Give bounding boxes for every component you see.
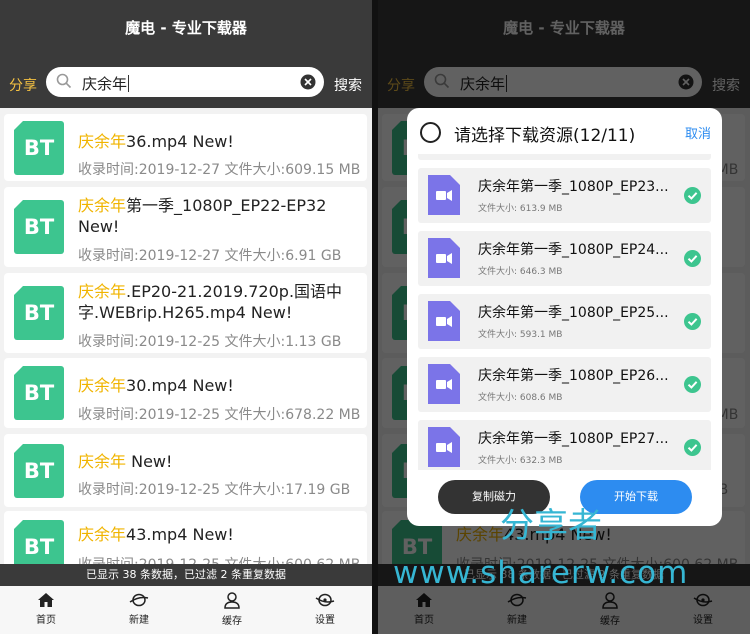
result-name: 36.mp4 New!	[126, 132, 234, 151]
resource-list: 庆余年第一季_1080P_EP23... 文件大小: 613.9 MB 庆余年第…	[407, 154, 722, 470]
select-all-radio[interactable]	[420, 122, 441, 143]
dialog-title: 请选择下载资源(12/11)	[454, 126, 636, 146]
video-file-icon	[428, 175, 460, 215]
tab-label: 新建	[129, 615, 149, 626]
list-item[interactable]: BT 庆余年43.mp4 New! 收录时间:2019-12-25 文件大小:6…	[4, 511, 367, 564]
search-value: 庆余年	[82, 75, 128, 93]
search-button[interactable]: 搜索	[334, 75, 362, 95]
resource-size: 文件大小: 646.3 MB	[478, 267, 563, 277]
result-keyword: 庆余年	[78, 452, 127, 471]
tab-settings[interactable]: 设置	[295, 592, 355, 626]
bt-icon: BT	[14, 366, 64, 420]
video-file-icon	[428, 301, 460, 341]
result-meta: 收录时间:2019-12-27 文件大小:6.91 GB	[78, 248, 342, 264]
result-meta: 收录时间:2019-12-25 文件大小:600.62 MB	[78, 554, 360, 564]
result-name: 43.mp4 New!	[126, 525, 234, 544]
tab-label: 设置	[315, 615, 335, 626]
download-dialog: 请选择下载资源(12/11) 取消 庆余年第一季_1080P_EP23... 文…	[407, 108, 722, 526]
result-name: New!	[126, 452, 173, 471]
list-item[interactable]: BT 庆余年.EP20-21.2019.720p.国语中字.WEBrip.H26…	[4, 273, 367, 353]
clear-icon[interactable]	[300, 74, 316, 90]
app-title: 魔电 - 专业下载器	[125, 19, 247, 37]
result-meta: 收录时间:2019-12-25 文件大小:678.22 MB	[78, 407, 361, 423]
resource-name: 庆余年第一季_1080P_EP23...	[478, 179, 669, 195]
search-input[interactable]: 庆余年	[46, 67, 324, 97]
bt-icon: BT	[14, 121, 64, 175]
result-name: 30.mp4 New!	[126, 376, 234, 395]
resource-size: 文件大小: 608.6 MB	[478, 393, 563, 403]
result-keyword: 庆余年	[78, 525, 127, 544]
results-list: BT 庆余年36.mp4 New! 收录时间:2019-12-27 文件大小:6…	[0, 108, 372, 564]
resource-item[interactable]: 庆余年第一季_1080P_EP26... 文件大小: 608.6 MB	[418, 357, 711, 412]
resource-size: 文件大小: 613.9 MB	[478, 204, 563, 214]
bt-icon: BT	[14, 200, 64, 254]
result-keyword: 庆余年	[78, 376, 127, 395]
status-bar: 已显示 38 条数据，已过滤 2 条重复数据	[0, 564, 372, 586]
result-meta: 收录时间:2019-12-25 文件大小:1.13 GB	[78, 334, 342, 350]
check-icon[interactable]	[684, 250, 701, 267]
result-meta: 收录时间:2019-12-27 文件大小:609.15 MB	[78, 162, 361, 178]
resource-name: 庆余年第一季_1080P_EP24...	[478, 242, 669, 258]
result-keyword: 庆余年	[78, 196, 127, 215]
list-item[interactable]: BT 庆余年30.mp4 New! 收录时间:2019-12-25 文件大小:6…	[4, 358, 367, 428]
resource-size: 文件大小: 632.3 MB	[478, 456, 563, 466]
video-file-icon	[428, 238, 460, 278]
resource-item[interactable]: 庆余年第一季_1080P_EP23... 文件大小: 613.9 MB	[418, 168, 711, 223]
check-icon[interactable]	[684, 439, 701, 456]
new-icon	[129, 593, 149, 607]
result-keyword: 庆余年	[78, 282, 127, 301]
bottom-tab-bar: 首页 新建 缓存 设置	[0, 586, 372, 634]
check-icon[interactable]	[684, 376, 701, 393]
search-icon	[56, 73, 72, 89]
cache-icon	[224, 592, 240, 609]
video-file-icon	[428, 427, 460, 467]
watermark-url: www.sharerw.com	[393, 555, 689, 591]
video-file-icon	[428, 364, 460, 404]
search-results-screen: 魔电 - 专业下载器 分享 庆余年 搜索 BT 庆余年36.mp4 New! 收…	[0, 0, 372, 634]
watermark-text: 分享者	[500, 506, 602, 546]
home-icon	[38, 593, 54, 607]
bt-icon: BT	[14, 444, 64, 498]
resource-item[interactable]: 庆余年第一季_1080P_EP24... 文件大小: 646.3 MB	[418, 231, 711, 286]
tab-label: 缓存	[222, 616, 242, 627]
result-meta: 收录时间:2019-12-25 文件大小:17.19 GB	[78, 482, 351, 498]
check-icon[interactable]	[684, 187, 701, 204]
share-button[interactable]: 分享	[9, 75, 37, 95]
resource-size: 文件大小: 593.1 MB	[478, 330, 563, 340]
bt-icon: BT	[14, 286, 64, 340]
bt-icon: BT	[14, 520, 64, 564]
resource-name: 庆余年第一季_1080P_EP27...	[478, 431, 669, 447]
resource-item[interactable]: 庆余年第一季_1080P_EP25... 文件大小: 593.1 MB	[418, 294, 711, 349]
tab-home[interactable]: 首页	[16, 592, 76, 626]
list-item[interactable]: BT 庆余年36.mp4 New! 收录时间:2019-12-27 文件大小:6…	[4, 114, 367, 181]
list-item	[418, 154, 711, 160]
app-header: 魔电 - 专业下载器 分享 庆余年 搜索	[0, 0, 372, 108]
resource-name: 庆余年第一季_1080P_EP26...	[478, 368, 669, 384]
list-item[interactable]: BT 庆余年第一季_1080P_EP22-EP32 New! 收录时间:2019…	[4, 187, 367, 267]
check-icon[interactable]	[684, 313, 701, 330]
resource-name: 庆余年第一季_1080P_EP25...	[478, 305, 669, 321]
tab-label: 首页	[36, 615, 56, 626]
cancel-button[interactable]: 取消	[685, 123, 711, 142]
tab-cache[interactable]: 缓存	[202, 592, 262, 627]
settings-icon	[315, 593, 335, 607]
list-item[interactable]: BT 庆余年 New! 收录时间:2019-12-25 文件大小:17.19 G…	[4, 434, 367, 507]
tab-new[interactable]: 新建	[109, 592, 169, 626]
resource-item[interactable]: 庆余年第一季_1080P_EP27... 文件大小: 632.3 MB	[418, 420, 711, 470]
result-keyword: 庆余年	[78, 132, 127, 151]
